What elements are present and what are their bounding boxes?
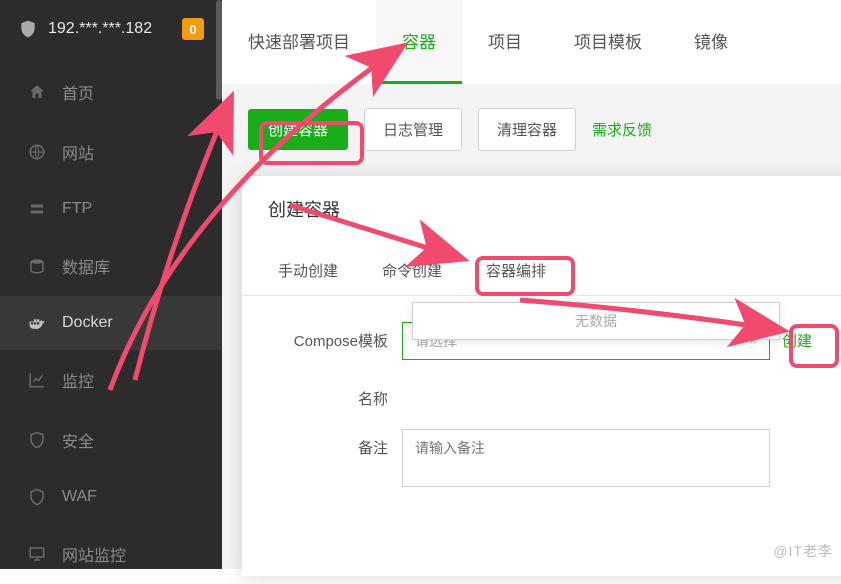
create-container-dialog: 创建容器 手动创建 命令创建 容器编排 Compose模板 请选择 创建 名称 …	[242, 176, 841, 576]
sidebar-item-website[interactable]: 网站	[0, 122, 222, 182]
sidebar-item-monitor[interactable]: 监控	[0, 350, 222, 410]
tab-project[interactable]: 项目	[462, 0, 548, 84]
sidebar-item-label: 数据库	[62, 254, 110, 278]
action-row: 创建容器 日志管理 清理容器 需求反馈	[222, 84, 841, 175]
sidebar-item-home[interactable]: 首页	[0, 62, 222, 122]
compose-label: Compose模板	[242, 322, 402, 351]
sidebar-item-label: 首页	[62, 80, 94, 104]
remark-label: 备注	[242, 429, 402, 458]
sidebar-item-label: 网站	[62, 140, 94, 164]
feedback-link[interactable]: 需求反馈	[592, 119, 652, 140]
sidebar-item-label: 网站监控	[62, 542, 126, 566]
compose-dropdown-panel: 无数据	[412, 302, 780, 340]
top-tabs: 快速部署项目 容器 项目 项目模板 镜像	[222, 0, 841, 84]
sidebar-item-database[interactable]: 数据库	[0, 236, 222, 296]
sidebar-item-security[interactable]: 安全	[0, 410, 222, 470]
remark-row: 备注	[242, 429, 841, 487]
dialog-body: Compose模板 请选择 创建 名称 备注 无数据	[242, 296, 841, 517]
dialog-tabs: 手动创建 命令创建 容器编排	[242, 246, 841, 296]
database-icon	[28, 257, 46, 275]
sidebar-item-label: WAF	[62, 488, 97, 506]
docker-icon	[28, 314, 46, 332]
notification-badge[interactable]: 0	[182, 18, 204, 40]
tab-container[interactable]: 容器	[376, 0, 462, 84]
sidebar-item-label: 安全	[62, 428, 94, 452]
sidebar-item-site-monitor[interactable]: 网站监控	[0, 524, 222, 584]
sidebar-item-label: 监控	[62, 368, 94, 392]
name-row: 名称	[242, 380, 841, 409]
remark-textarea[interactable]	[402, 429, 770, 487]
name-label: 名称	[242, 380, 402, 409]
globe-icon	[28, 143, 46, 161]
clean-container-button[interactable]: 清理容器	[478, 108, 576, 151]
shield-icon	[18, 18, 38, 40]
sidebar-item-label: FTP	[62, 200, 92, 218]
monitor-icon	[28, 545, 46, 563]
sidebar-header: 192.***.***.182 0	[0, 0, 222, 58]
home-icon	[28, 83, 46, 101]
dialog-tab-command[interactable]: 命令创建	[360, 246, 464, 295]
server-ip: 192.***.***.182	[48, 20, 182, 38]
dialog-title: 创建容器	[242, 176, 841, 236]
tab-quick-deploy[interactable]: 快速部署项目	[222, 0, 376, 84]
chart-icon	[28, 371, 46, 389]
sidebar-item-waf[interactable]: WAF	[0, 470, 222, 524]
sidebar-nav: 首页 网站 FTP 数据库 Docker 监控 安全 WAF 网站监控	[0, 62, 222, 584]
sidebar-item-docker[interactable]: Docker	[0, 296, 222, 350]
tab-template[interactable]: 项目模板	[548, 0, 668, 84]
sidebar: 192.***.***.182 0 首页 网站 FTP 数据库 Docker 监…	[0, 0, 222, 569]
ftp-icon	[28, 200, 46, 218]
watermark: @IT老李	[773, 541, 833, 561]
create-link[interactable]: 创建	[782, 322, 812, 351]
create-container-button[interactable]: 创建容器	[248, 109, 348, 150]
shield-check-icon	[28, 431, 46, 449]
sidebar-item-ftp[interactable]: FTP	[0, 182, 222, 236]
dialog-tab-manual[interactable]: 手动创建	[256, 246, 360, 295]
dialog-tab-compose[interactable]: 容器编排	[464, 246, 568, 295]
log-manage-button[interactable]: 日志管理	[364, 108, 462, 151]
waf-icon	[28, 488, 46, 506]
tab-image[interactable]: 镜像	[668, 0, 754, 84]
sidebar-item-label: Docker	[62, 314, 113, 332]
